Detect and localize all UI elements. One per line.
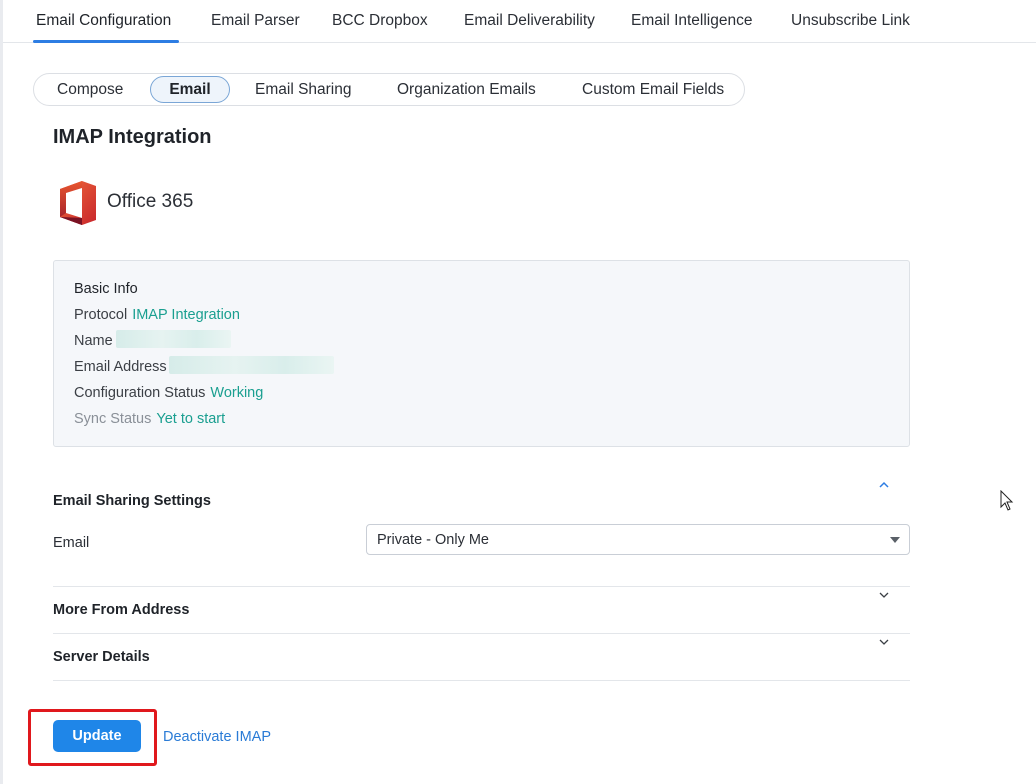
divider bbox=[53, 680, 910, 681]
protocol-value: IMAP Integration bbox=[132, 307, 240, 323]
more-from-address-heading[interactable]: More From Address bbox=[53, 602, 189, 618]
tab-email-configuration[interactable]: Email Configuration bbox=[36, 12, 171, 30]
email-address-row: Email Address bbox=[74, 356, 334, 375]
provider-name: Office 365 bbox=[107, 191, 194, 212]
deactivate-imap-link[interactable]: Deactivate IMAP bbox=[163, 729, 271, 745]
chevron-down-icon[interactable] bbox=[878, 637, 890, 647]
page-title: IMAP Integration bbox=[53, 126, 212, 148]
subtab-email[interactable]: Email bbox=[150, 76, 230, 103]
sync-status-label: Sync Status bbox=[74, 411, 152, 427]
active-tab-indicator bbox=[33, 40, 179, 43]
sub-tab-bar: Compose Email Email Sharing Organization… bbox=[33, 73, 745, 106]
email-sharing-selected-value: Private - Only Me bbox=[377, 532, 489, 548]
basic-info-panel: Basic Info Protocol IMAP Integration Name… bbox=[53, 260, 910, 447]
subtab-compose[interactable]: Compose bbox=[57, 74, 123, 105]
office-365-icon bbox=[60, 181, 96, 225]
name-row: Name bbox=[74, 330, 231, 349]
chevron-down-icon[interactable] bbox=[878, 590, 890, 600]
top-tab-bar: Email Configuration Email Parser BCC Dro… bbox=[3, 0, 1036, 43]
left-border bbox=[0, 0, 3, 784]
configuration-status-label: Configuration Status bbox=[74, 385, 206, 401]
sync-status-value: Yet to start bbox=[156, 411, 226, 427]
update-button[interactable]: Update bbox=[53, 720, 141, 752]
mouse-cursor-icon bbox=[1000, 490, 1014, 511]
tab-email-intelligence[interactable]: Email Intelligence bbox=[631, 12, 752, 30]
tab-email-deliverability[interactable]: Email Deliverability bbox=[464, 12, 595, 30]
configuration-status-value: Working bbox=[210, 385, 264, 401]
tab-bcc-dropbox[interactable]: BCC Dropbox bbox=[332, 12, 428, 30]
redacted-email bbox=[168, 356, 334, 375]
email-sharing-settings-heading: Email Sharing Settings bbox=[53, 493, 211, 509]
email-sharing-field-label: Email bbox=[53, 535, 90, 551]
divider bbox=[53, 633, 910, 634]
email-address-label: Email Address bbox=[74, 359, 167, 375]
subtab-custom-email-fields[interactable]: Custom Email Fields bbox=[582, 74, 724, 105]
basic-info-heading: Basic Info bbox=[74, 281, 138, 297]
protocol-label: Protocol bbox=[74, 307, 128, 323]
redacted-name bbox=[115, 330, 231, 349]
chevron-up-icon[interactable] bbox=[878, 480, 890, 490]
subtab-organization-emails[interactable]: Organization Emails bbox=[397, 74, 536, 105]
sync-status-row: Sync Status Yet to start bbox=[74, 411, 225, 427]
dropdown-caret-icon bbox=[890, 537, 900, 543]
email-sharing-select[interactable]: Private - Only Me bbox=[366, 524, 910, 555]
subtab-email-sharing[interactable]: Email Sharing bbox=[255, 74, 352, 105]
name-label: Name bbox=[74, 333, 113, 349]
configuration-status-row: Configuration Status Working bbox=[74, 385, 263, 401]
tab-unsubscribe-link[interactable]: Unsubscribe Link bbox=[791, 12, 910, 30]
divider bbox=[53, 586, 910, 587]
protocol-row: Protocol IMAP Integration bbox=[74, 307, 240, 323]
tab-email-parser[interactable]: Email Parser bbox=[211, 12, 300, 30]
server-details-heading[interactable]: Server Details bbox=[53, 649, 150, 665]
